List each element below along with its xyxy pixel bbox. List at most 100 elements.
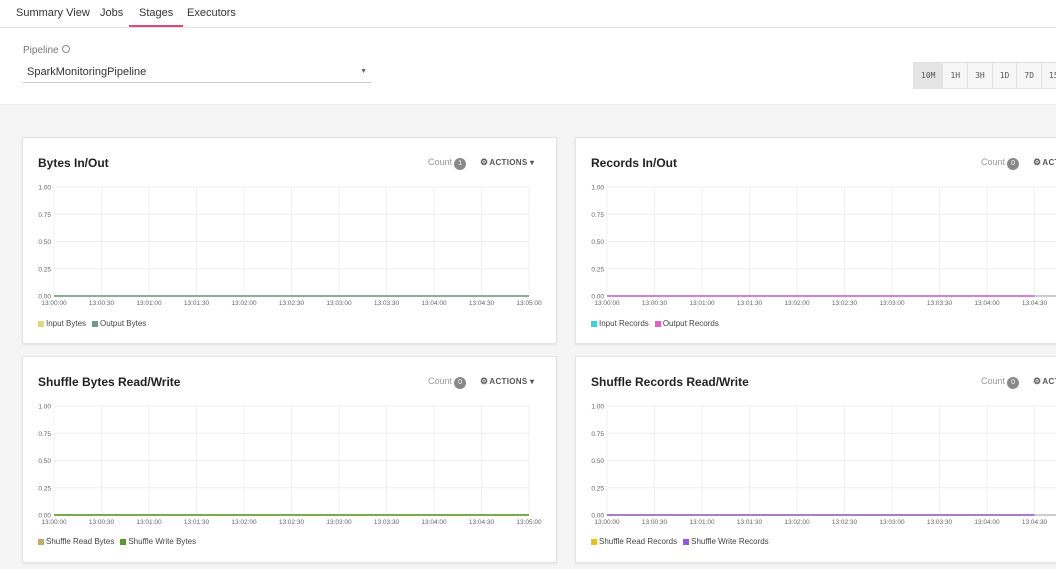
y-tick-label: 1.00 [591,185,604,192]
x-tick-label: 13:05:00 [516,300,542,307]
range-10m-button[interactable]: 10M [913,62,944,89]
chart-legend: Shuffle Read Bytes Shuffle Write Bytes [38,537,202,546]
legend-label: Input Records [599,319,649,328]
x-tick-label: 13:05:00 [516,519,542,526]
legend-swatch [591,538,597,545]
pipeline-select[interactable]: SparkMonitoringPipeline ▼ [23,63,371,83]
x-tick-label: 13:03:30 [374,300,400,307]
x-tick-label: 13:02:00 [231,300,257,307]
x-tick-label: 13:02:30 [279,300,305,307]
y-tick-label: 0.25 [591,485,604,492]
line-chart: 0.000.250.500.751.0013:00:00 13:00:30 13:0… [38,185,542,308]
x-tick-label: 13:00:30 [642,519,668,526]
x-tick-label: 13:03:00 [326,519,352,526]
range-15d-button[interactable]: 15D [1042,62,1056,89]
y-tick-label: 0.75 [38,212,51,219]
x-tick-label: 13:01:30 [737,300,763,307]
chart-card-bytes-in-out: Bytes In/Out Count 1 ⚙ACTIONS ▾ 0.00 0.25 0… [22,137,557,344]
y-tick-label: 0.25 [38,485,51,492]
legend-entry[interactable]: Output Bytes [92,319,146,328]
time-range-group: 10M 1H 3H 1D 7D 15D [913,62,1056,89]
legend-label: Shuffle Write Records [691,537,769,546]
x-tick-label: 13:01:30 [184,300,210,307]
legend-entry[interactable]: Input Bytes [38,319,86,328]
legend-entry[interactable]: Shuffle Read Records [591,537,677,546]
legend-entry[interactable]: Shuffle Write Records [683,537,769,546]
x-tick-label: 13:01:00 [136,519,162,526]
line-chart: 0.000.250.500.751.0013:00:00 13:00:30 13:0… [38,404,542,527]
caret-down-icon: ▼ [360,68,367,75]
y-tick-label: 1.00 [38,185,51,192]
x-tick-label: 13:02:00 [784,300,810,307]
info-icon[interactable] [61,45,70,54]
pipeline-label: Pipeline [23,45,70,56]
chart-legend: Shuffle Read Records Shuffle Write Record… [591,537,775,546]
legend-swatch [38,538,44,545]
legend-swatch [591,320,597,327]
y-tick-label: 1.00 [38,404,51,411]
range-7d-button[interactable]: 7D [1017,62,1043,89]
x-tick-label: 13:03:00 [326,300,352,307]
x-tick-label: 13:03:00 [879,519,905,526]
legend-label: Shuffle Read Bytes [46,537,115,546]
legend-label: Output Records [662,319,719,328]
x-tick-label: 13:02:00 [231,519,257,526]
x-tick-label: 13:04:30 [469,300,495,307]
x-tick-label: 13:03:00 [879,300,905,307]
chart-card-records-in-out: Records In/Out Count0 ⚙ACT 0.000.250.500… [575,137,1056,344]
legend-swatch [120,538,127,545]
top-tab-bar: Summary View Jobs Stages Executors [0,0,1056,28]
pipeline-select-value: SparkMonitoringPipeline [27,66,147,78]
range-1h-button[interactable]: 1H [943,62,969,89]
y-tick-label: 0.75 [38,431,51,438]
legend-swatch [38,320,44,327]
x-tick-label: 13:04:00 [974,519,1000,526]
x-tick-label: 13:00:00 [41,300,67,307]
legend-swatch [683,538,690,545]
x-tick-label: 13:04:30 [1022,300,1048,307]
line-chart: 0.000.250.500.751.0013:00:00 13:00:30 13:0… [591,404,1056,526]
chart-legend: Input Records Output Records [591,319,725,328]
chart-card-shuffle-bytes: Shuffle Bytes Read/Write Count 0 ⚙ACTIONS… [22,356,557,563]
chart-card-shuffle-records: Shuffle Records Read/Write Count0 ⚙ACT 0… [575,356,1056,563]
x-tick-label: 13:01:30 [184,519,210,526]
x-tick-label: 13:04:00 [421,519,447,526]
x-tick-label: 13:00:00 [594,300,620,307]
legend-entry[interactable]: Shuffle Read Bytes [38,537,114,546]
x-tick-label: 13:00:30 [89,300,115,307]
tab-summary-view[interactable]: Summary View [16,0,90,27]
legend-label: Input Bytes [46,319,87,328]
x-tick-label: 13:00:00 [594,519,620,526]
legend-label: Shuffle Write Bytes [128,537,197,546]
legend-swatch [92,320,99,327]
range-1d-button[interactable]: 1D [992,62,1018,89]
tab-executors[interactable]: Executors [187,0,236,27]
x-tick-label: 13:00:30 [89,519,115,526]
x-tick-label: 13:03:30 [927,519,953,526]
x-tick-label: 13:02:30 [832,300,858,307]
y-tick-label: 0.75 [591,431,604,438]
legend-swatch [654,320,661,327]
y-tick-label: 0.50 [38,458,51,465]
y-tick-label: 1.00 [591,404,604,411]
x-tick-label: 13:04:30 [1022,519,1048,526]
x-tick-label: 13:04:00 [974,300,1000,307]
x-tick-label: 13:03:30 [374,519,400,526]
legend-entry[interactable]: Input Records [591,319,649,328]
x-tick-label: 13:00:00 [41,519,67,526]
x-tick-label: 13:01:00 [136,300,162,307]
x-tick-label: 13:01:30 [737,519,763,526]
x-tick-label: 13:03:30 [927,300,953,307]
range-3h-button[interactable]: 3H [968,62,993,89]
y-tick-label: 0.50 [591,239,604,246]
tab-jobs[interactable]: Jobs [100,0,123,27]
x-tick-label: 13:02:30 [279,519,305,526]
x-tick-label: 13:02:00 [784,519,810,526]
y-tick-label: 0.50 [591,458,604,465]
x-tick-label: 13:01:00 [689,300,715,307]
tab-stages[interactable]: Stages [129,0,184,27]
legend-entry[interactable]: Shuffle Write Bytes [120,537,196,546]
x-tick-label: 13:02:30 [832,519,858,526]
legend-entry[interactable]: Output Records [654,319,719,328]
line-chart: 0.000.250.500.751.0013:00:00 13:00:30 13:0… [591,185,1056,307]
